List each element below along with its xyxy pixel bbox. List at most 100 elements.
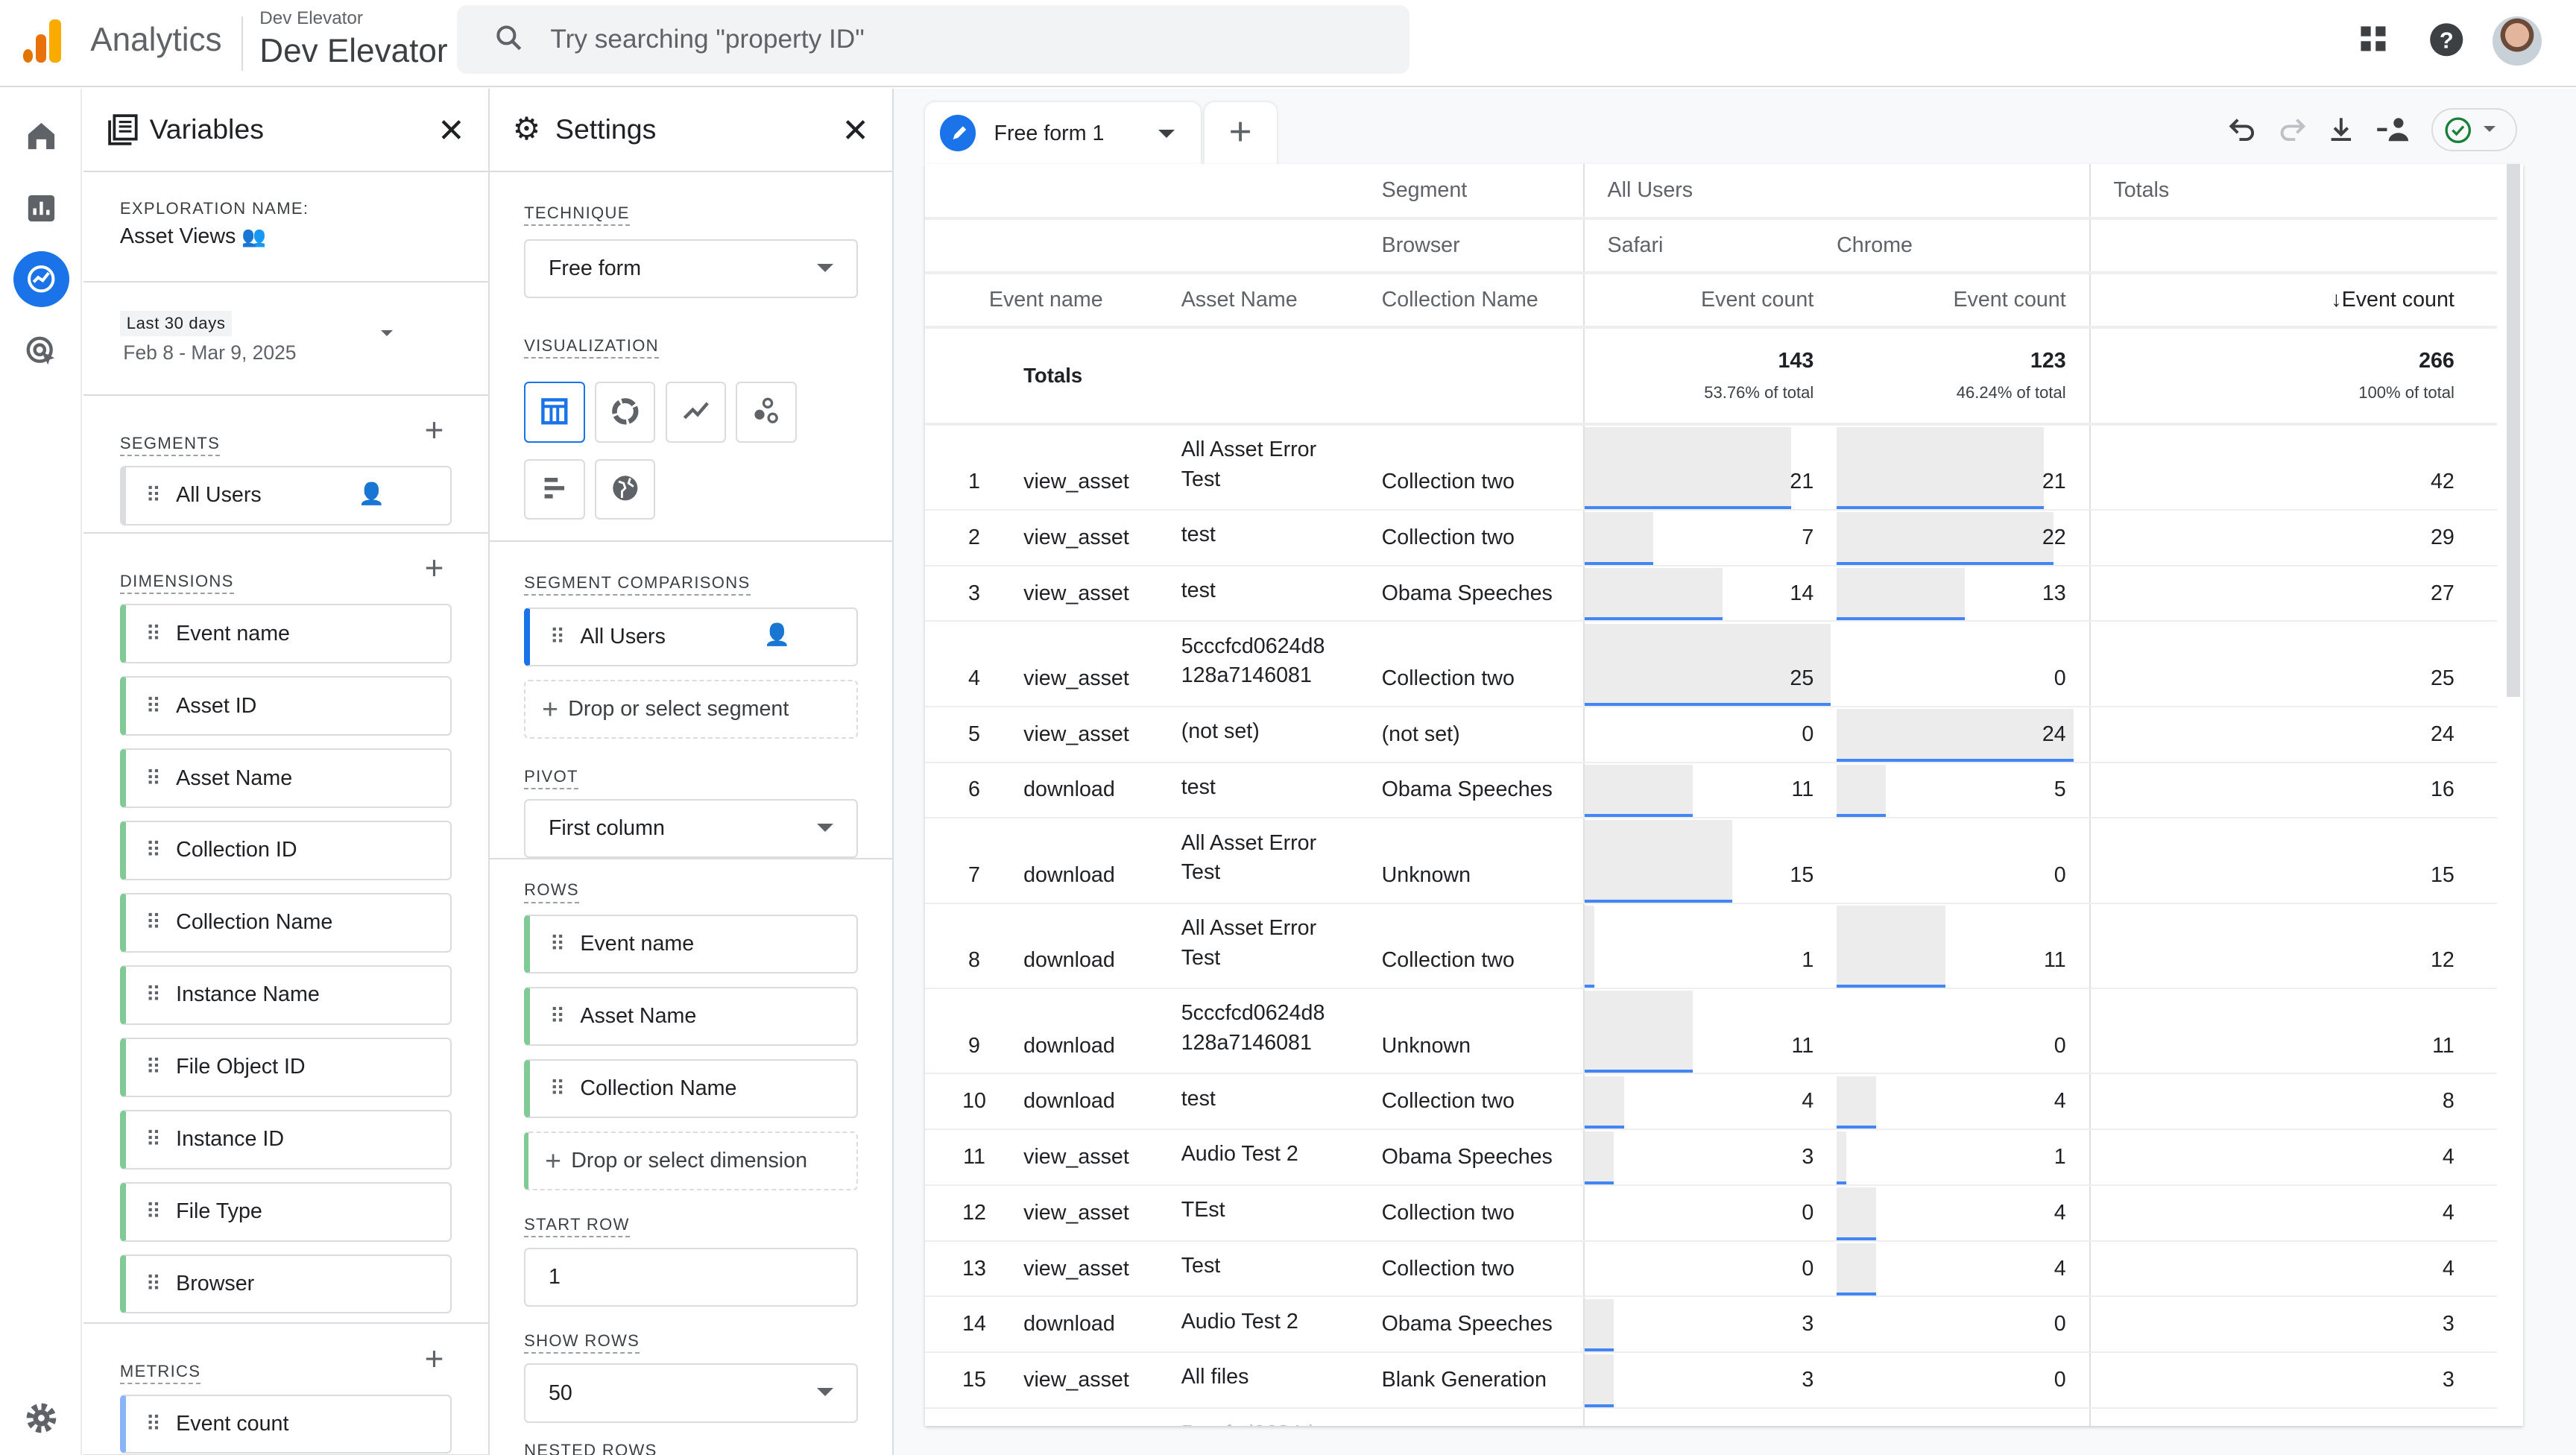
header-event-count-safari[interactable]: Event count <box>1582 272 1837 329</box>
drag-handle-icon[interactable]: ⠿ <box>145 909 161 935</box>
tab-free-form-1[interactable]: Free form 1 <box>924 101 1202 165</box>
explore-nav-active[interactable] <box>13 251 69 308</box>
drag-handle-icon[interactable]: ⠿ <box>145 766 161 792</box>
dimension-chip[interactable]: ⠿ File Type <box>119 1182 452 1242</box>
table-row[interactable]: 5 view_asset (not set) (not set) 0 24 24 <box>924 706 2498 763</box>
table-row[interactable]: 11 view_asset Audio Test 2 Obama Speeches 3 1… <box>924 1129 2498 1186</box>
add-dimension-button[interactable]: + <box>425 550 444 587</box>
table-row[interactable]: 1 view_asset All Asset Error Test Collectio… <box>924 423 2498 511</box>
redo-icon[interactable] <box>2277 115 2307 145</box>
drag-handle-icon[interactable]: ⠿ <box>145 1271 161 1297</box>
property-name[interactable]: Dev Elevator <box>259 33 447 70</box>
pencil-icon <box>939 115 976 151</box>
drag-handle-icon[interactable]: ⠿ <box>145 621 161 647</box>
start-row-input[interactable]: 1 <box>524 1247 858 1307</box>
table-row[interactable]: 12 view_asset TEst Collection two 0 4 4 <box>924 1184 2498 1242</box>
drag-handle-icon[interactable]: ⠿ <box>145 1411 161 1437</box>
table-row[interactable]: 13 view_asset Test Collection two 0 4 4 <box>924 1240 2498 1298</box>
table-row[interactable]: 15 view_asset All files Blank Generation 3 0 3 <box>924 1352 2498 1409</box>
drag-handle-icon[interactable]: ⠿ <box>145 482 161 508</box>
table-row[interactable]: 2 view_asset test Collection two 7 22 29 <box>924 510 2498 566</box>
dimension-chip[interactable]: ⠿ Browser <box>119 1254 452 1314</box>
add-metric-button[interactable]: + <box>425 1341 444 1378</box>
drag-handle-icon[interactable]: ⠿ <box>145 1126 161 1152</box>
add-tab-button[interactable]: + <box>1204 101 1277 165</box>
header-asset-name[interactable]: Asset Name <box>1168 272 1382 329</box>
row-dimension-chip[interactable]: ⠿ Collection Name <box>524 1058 858 1119</box>
table-row[interactable]: 14 download Audio Test 2 Obama Speeches 3 0 3 <box>924 1296 2498 1354</box>
drag-handle-icon[interactable]: ⠿ <box>145 1199 161 1225</box>
reports-icon[interactable] <box>22 189 61 228</box>
drag-handle-icon[interactable]: ⠿ <box>550 931 566 957</box>
date-range-picker[interactable]: Last 30 days Feb 8 - Mar 9, 2025 <box>83 283 488 397</box>
dimension-chip[interactable]: ⠿ Instance ID <box>119 1110 452 1170</box>
drag-handle-icon[interactable]: ⠿ <box>145 837 161 863</box>
table-row[interactable]: 6 download test Obama Speeches 11 5 16 <box>924 762 2498 819</box>
exploration-name[interactable]: Asset Views 👥 <box>120 224 488 249</box>
drop-segment-target[interactable]: + Drop or select segment <box>524 679 858 739</box>
save-status-button[interactable] <box>2431 108 2517 151</box>
show-rows-select[interactable]: 50 <box>524 1363 858 1423</box>
dimension-chip[interactable]: ⠿ Asset ID <box>119 676 452 736</box>
close-icon[interactable]: ✕ <box>842 112 869 150</box>
search-input[interactable]: Try searching "property ID" <box>456 4 1410 75</box>
advertising-icon[interactable] <box>22 332 61 371</box>
header-event-count-chrome[interactable]: Event count <box>1837 272 2090 329</box>
dimension-chip[interactable]: ⠿ Asset Name <box>119 748 452 808</box>
table-row[interactable]: 7 download All Asset Error Test Unknown 15 0 1… <box>924 818 2498 904</box>
people-icon: 👤 <box>358 482 385 506</box>
asset-name-cell: All Asset Error Test <box>1168 818 1382 904</box>
header-event-name[interactable]: Event name <box>989 288 1103 312</box>
drop-dimension-target[interactable]: + Drop or select dimension <box>524 1131 858 1191</box>
apps-grid-icon[interactable] <box>2358 23 2390 56</box>
home-icon[interactable] <box>22 116 61 156</box>
admin-gear-icon[interactable] <box>22 1398 61 1438</box>
dimension-chip[interactable]: ⠿ Collection Name <box>119 893 452 953</box>
chevron-down-icon[interactable] <box>1158 130 1175 139</box>
viz-geo-button[interactable] <box>594 458 656 520</box>
segment-comparison-chip[interactable]: ⠿ All Users 👤 <box>524 607 858 667</box>
row-dimension-chip[interactable]: ⠿ Asset Name <box>524 986 858 1047</box>
add-segment-button[interactable]: + <box>425 412 444 449</box>
account-name[interactable]: Dev Elevator <box>259 8 363 29</box>
help-icon[interactable]: ? <box>2428 22 2464 57</box>
undo-icon[interactable] <box>2228 115 2258 145</box>
drag-handle-icon[interactable]: ⠿ <box>550 1076 566 1102</box>
drag-handle-icon[interactable]: ⠿ <box>145 1054 161 1080</box>
viz-table-button[interactable] <box>524 382 585 443</box>
total-chrome: 123 <box>2030 348 2066 373</box>
header-event-count-total[interactable]: ↓Event count <box>2089 272 2498 329</box>
viz-line-button[interactable] <box>665 382 727 443</box>
viz-bar-button[interactable] <box>524 458 585 520</box>
download-icon[interactable] <box>2326 115 2356 145</box>
safari-value: 25 <box>1790 666 1814 691</box>
segment-chip[interactable]: ⠿ All Users 👤 <box>119 466 452 525</box>
table-row[interactable]: 8 download All Asset Error Test Collection … <box>924 903 2498 990</box>
table-row[interactable]: 3 view_asset test Obama Speeches 14 13 27 <box>924 565 2498 622</box>
drag-handle-icon[interactable]: ⠿ <box>550 1003 566 1029</box>
dimension-chip[interactable]: ⠿ Instance Name <box>119 965 452 1025</box>
pivot-select[interactable]: First column <box>524 798 858 859</box>
row-dimension-chip[interactable]: ⠿ Event name <box>524 914 858 974</box>
avatar[interactable] <box>2492 16 2542 66</box>
row-number: 11 <box>924 1129 1011 1186</box>
drag-handle-icon[interactable]: ⠿ <box>145 982 161 1008</box>
share-icon[interactable] <box>2375 115 2411 145</box>
totals-row: Totals 143 53.76% of total 123 46.24% of t… <box>924 326 2498 426</box>
dimension-chip[interactable]: ⠿ Collection ID <box>119 821 452 880</box>
collection-name-cell: Unknown <box>1381 988 1584 1075</box>
table-row[interactable]: 10 download test Collection two 4 4 8 <box>924 1073 2498 1131</box>
close-icon[interactable]: ✕ <box>438 112 465 150</box>
vertical-scrollbar[interactable] <box>2507 164 2521 697</box>
drag-handle-icon[interactable]: ⠿ <box>550 624 566 650</box>
header-collection-name[interactable]: Collection Name <box>1381 272 1584 329</box>
dimension-chip[interactable]: ⠿ Event name <box>119 604 452 663</box>
technique-select[interactable]: Free form <box>524 239 858 299</box>
metric-chip[interactable]: ⠿ Event count <box>119 1394 452 1454</box>
dimension-chip[interactable]: ⠿ File Object ID <box>119 1038 452 1097</box>
viz-donut-button[interactable] <box>594 382 656 443</box>
viz-scatter-button[interactable] <box>736 382 797 443</box>
drag-handle-icon[interactable]: ⠿ <box>145 693 161 719</box>
table-row[interactable]: 9 download 5cccfcd0624d8128a7146081 Unknown… <box>924 988 2498 1075</box>
table-row[interactable]: 4 view_asset 5cccfcd0624d8128a7146081 Colle… <box>924 621 2498 707</box>
